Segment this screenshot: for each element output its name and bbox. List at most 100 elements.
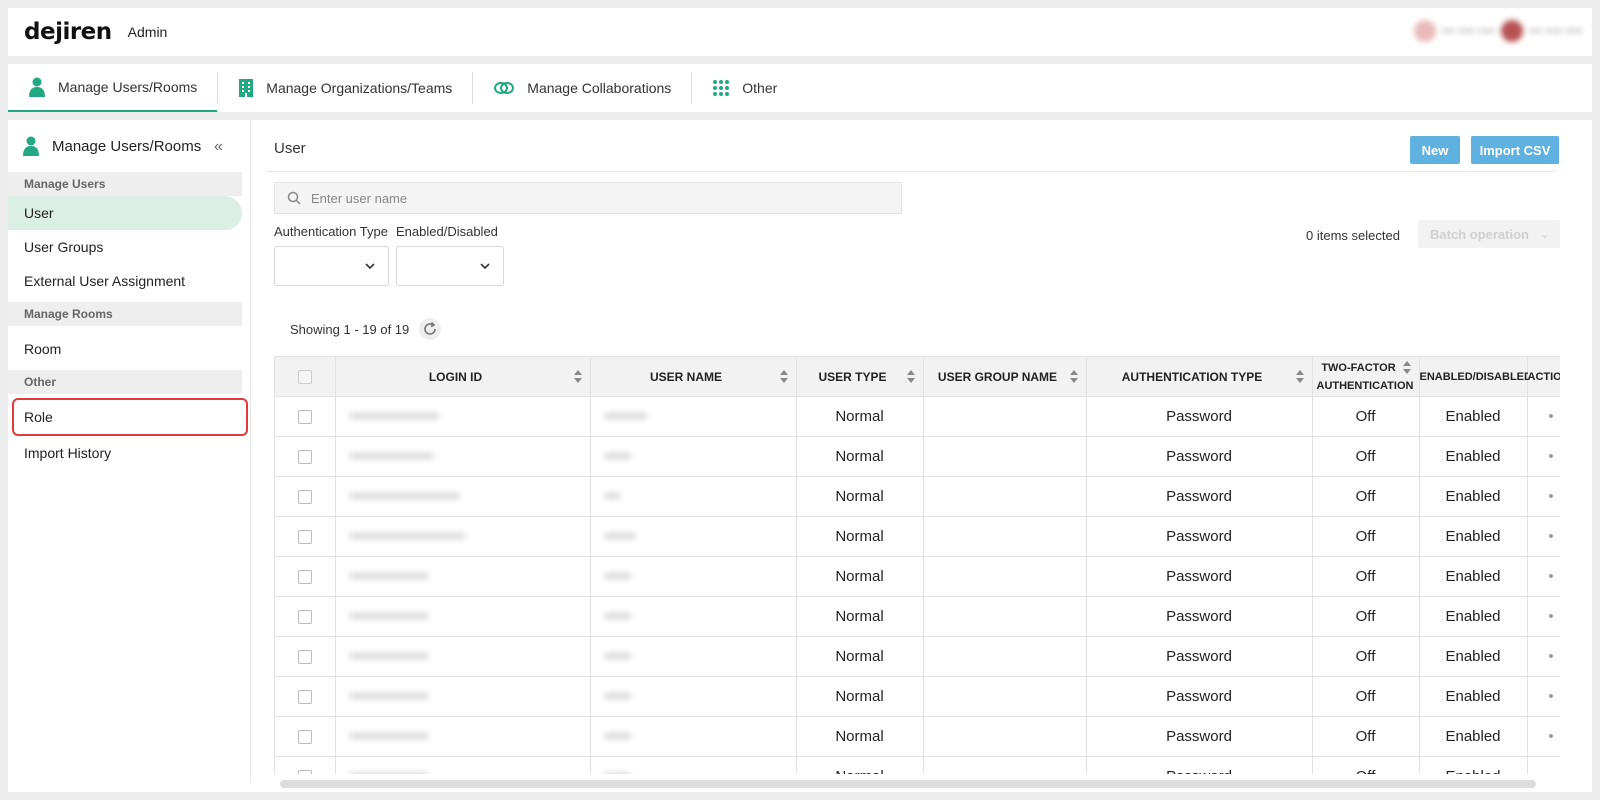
row-checkbox[interactable] [297, 770, 312, 774]
row-checkbox[interactable] [297, 690, 312, 705]
login-id-cell: •••••••••••••••• [335, 436, 591, 477]
sort-icon[interactable] [906, 370, 915, 384]
table-row[interactable]: ••••••••••••••••••••NormalPasswordOffEna… [275, 596, 1560, 637]
auth-type-cell: Password [1086, 716, 1313, 757]
row-checkbox[interactable] [297, 450, 312, 465]
person-icon [28, 77, 46, 97]
row-checkbox[interactable] [297, 530, 312, 545]
search-box [274, 182, 902, 214]
user-type-cell: Normal [796, 556, 924, 597]
column-header-login-id[interactable]: LOGIN ID [335, 356, 591, 397]
tab-other[interactable]: Other [692, 64, 797, 112]
column-header-user-name[interactable]: USER NAME [590, 356, 797, 397]
table-row[interactable]: •••••••••••••••••••••• •••••• Normal Passwo… [275, 516, 1560, 557]
user-type-cell: Normal [796, 436, 924, 477]
table-row[interactable]: ••••••••••••••••••••• ••• Normal Password Of… [275, 476, 1560, 517]
header-label: USER GROUP NAME [937, 369, 1058, 384]
row-checkbox[interactable] [297, 650, 312, 665]
content-shell: Manage Users/Rooms « Manage Users User U… [8, 120, 1592, 792]
enabled-select[interactable] [396, 246, 504, 286]
action-cell[interactable]: • [1527, 396, 1560, 437]
login-id-cell: ••••••••••••••••••••• [335, 476, 591, 517]
auth-type-select[interactable] [274, 246, 389, 286]
row-checkbox[interactable] [297, 490, 312, 505]
refresh-icon[interactable] [419, 318, 442, 340]
two-factor-cell: Off [1312, 756, 1420, 774]
select-all-checkbox[interactable] [297, 370, 312, 385]
user-name-cell: •••••• [590, 516, 797, 557]
row-select-cell [275, 596, 336, 637]
action-cell[interactable]: • [1527, 596, 1560, 637]
pagination-info: Showing 1 - 19 of 19 [290, 318, 442, 340]
logo[interactable]: dejiren [24, 19, 112, 45]
sidebar-section-manage-rooms: Manage Rooms [8, 302, 242, 326]
collapse-sidebar-icon[interactable]: « [214, 138, 223, 156]
horizontal-scrollbar[interactable] [280, 780, 1536, 788]
sort-icon[interactable] [779, 370, 788, 384]
table-row[interactable]: ••••••••••••••••••••NormalPasswordOffEna… [275, 716, 1560, 757]
row-checkbox[interactable] [297, 610, 312, 625]
action-cell[interactable]: • [1527, 436, 1560, 477]
sidebar-item-room[interactable]: Room [8, 332, 242, 366]
login-id-cell: ••••••••••••••• [335, 556, 591, 597]
two-factor-cell: Off [1312, 396, 1420, 437]
building-icon [238, 78, 254, 98]
row-checkbox[interactable] [297, 570, 312, 585]
sort-icon[interactable] [1295, 370, 1304, 384]
column-header-two-factor[interactable]: TWO-FACTOR AUTHENTICATION [1312, 356, 1420, 397]
tab-manage-collaborations[interactable]: Manage Collaborations [473, 64, 691, 112]
search-icon [287, 191, 301, 205]
action-cell[interactable]: • [1527, 676, 1560, 717]
table-row[interactable]: ••••••••••••••••••••NormalPasswordOffEna… [275, 556, 1560, 597]
tab-label: Manage Users/Rooms [58, 79, 198, 95]
tab-manage-organizations-teams[interactable]: Manage Organizations/Teams [218, 64, 472, 112]
table-row[interactable]: ••••••••••••••••••••NormalPasswordOffEna… [275, 636, 1560, 677]
user-type-cell: Normal [796, 716, 924, 757]
action-cell[interactable]: • [1527, 716, 1560, 757]
sidebar-section-other: Other [8, 370, 242, 394]
sidebar-item-external-user-assignment[interactable]: External User Assignment [8, 264, 242, 298]
table-row[interactable]: ••••••••••••••••••••NormalPasswordOffEna… [275, 756, 1560, 774]
main-content: User New Import CSV Authentication Type … [266, 120, 1592, 792]
enabled-cell: Enabled [1419, 756, 1528, 774]
import-csv-button[interactable]: Import CSV [1471, 136, 1559, 164]
new-button[interactable]: New [1410, 136, 1460, 164]
sidebar-item-role[interactable]: Role [12, 398, 248, 436]
user-group-cell [923, 716, 1087, 757]
sort-icon[interactable] [1402, 361, 1411, 375]
user-account[interactable]: ••• •••• •••• ••• •••• •••• [1414, 20, 1582, 42]
action-cell[interactable]: • [1527, 556, 1560, 597]
sidebar-item-user-groups[interactable]: User Groups [8, 230, 242, 264]
table-row[interactable]: ••••••••••••••••••••NormalPasswordOffEna… [275, 676, 1560, 717]
login-id-cell: ••••••••••••••• [335, 756, 591, 774]
sort-icon[interactable] [573, 370, 582, 384]
enabled-cell: Enabled [1419, 676, 1528, 717]
tab-label: Manage Collaborations [527, 80, 672, 96]
top-header: dejiren Admin ••• •••• •••• ••• •••• •••… [8, 8, 1592, 56]
column-header-user-group-name[interactable]: USER GROUP NAME [923, 356, 1087, 397]
table-row[interactable]: ••••••••••••••••• •••••••• Normal Password O… [275, 396, 1560, 437]
action-cell[interactable]: • [1527, 636, 1560, 677]
column-header-user-type[interactable]: USER TYPE [796, 356, 924, 397]
sidebar-item-user[interactable]: User [8, 196, 242, 230]
row-checkbox[interactable] [297, 410, 312, 425]
column-header-authentication-type[interactable]: AUTHENTICATION TYPE [1086, 356, 1313, 397]
auth-type-cell: Password [1086, 756, 1313, 774]
search-input[interactable] [311, 190, 871, 206]
batch-operation-button[interactable]: Batch operation ⌄ [1418, 220, 1560, 248]
sort-icon[interactable] [1069, 370, 1078, 384]
enabled-cell: Enabled [1419, 636, 1528, 677]
table-row[interactable]: •••••••••••••••• ••••• Normal Password Off En… [275, 436, 1560, 477]
avatar[interactable] [1501, 20, 1524, 42]
header-label: LOGIN ID [428, 369, 483, 384]
tab-manage-users-rooms[interactable]: Manage Users/Rooms [8, 64, 218, 112]
header-label: USER TYPE [818, 369, 887, 384]
row-checkbox[interactable] [297, 730, 312, 745]
enabled-cell: Enabled [1419, 596, 1528, 637]
action-cell[interactable]: • [1527, 476, 1560, 517]
column-header-action: ACTIO [1527, 356, 1560, 397]
action-cell[interactable]: • [1527, 516, 1560, 557]
action-cell[interactable]: • [1527, 756, 1560, 774]
user-name-cell: ••• [590, 476, 797, 517]
sidebar-item-import-history[interactable]: Import History [8, 436, 242, 470]
